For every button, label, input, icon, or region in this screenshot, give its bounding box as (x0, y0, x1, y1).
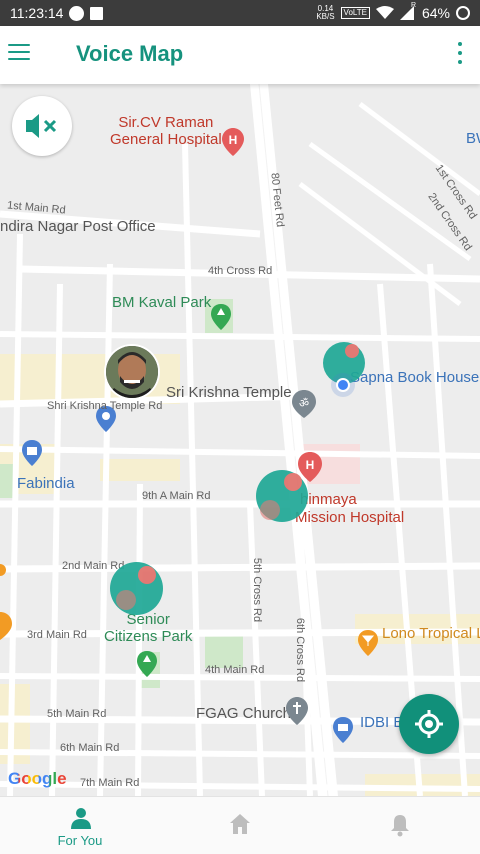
status-bar: 11:23:14 0.14 KB/S VoLTE R 64% (0, 0, 480, 26)
wifi-icon (375, 6, 394, 19)
nav-home[interactable] (180, 797, 300, 854)
page-title: Voice Map (76, 41, 184, 66)
status-right: 0.14 KB/S VoLTE R 64% (316, 0, 470, 26)
hamburger-menu-icon[interactable] (8, 44, 30, 60)
svg-text:H: H (229, 133, 238, 147)
road-3rd-main: 3rd Main Rd (27, 629, 87, 641)
person-icon (71, 808, 91, 829)
bank-pin-icon[interactable] (333, 717, 353, 743)
nav-for-you-label: For You (57, 833, 103, 848)
poi-bw[interactable]: BW (466, 130, 480, 147)
network-speed-unit: KB/S (316, 12, 335, 21)
road-4th-main: 4th Main Rd (205, 664, 265, 676)
google-logo: Google (8, 769, 67, 789)
park-pin-icon[interactable] (211, 304, 231, 330)
poi-chinmaya-line2[interactable]: Mission Hospital (295, 509, 404, 526)
more-vert-icon[interactable] (456, 42, 464, 68)
my-location-icon (415, 710, 443, 738)
park-pin-icon-2[interactable] (137, 651, 157, 677)
user-avatar-marker[interactable] (106, 346, 158, 398)
voice-marker[interactable] (110, 562, 163, 615)
poi-senior-citizens-park[interactable]: Senior Citizens Park (104, 611, 192, 645)
poi-senior-line1: Senior (126, 611, 170, 628)
hospital-pin-icon-2[interactable]: H (298, 452, 322, 482)
poi-senior-line2: Citizens Park (104, 628, 193, 645)
notification-square-icon (90, 6, 104, 20)
svg-text:H: H (306, 458, 315, 472)
road-5th-cross: 5th Cross Rd (251, 557, 264, 623)
poi-cv-raman-line2: General Hospital (110, 131, 222, 148)
road-6th-main: 6th Main Rd (60, 742, 120, 754)
road-4th-cross: 4th Cross Rd (208, 265, 273, 277)
nav-for-you[interactable]: For You (20, 797, 140, 854)
hospital-pin-icon[interactable]: H (222, 128, 244, 156)
poi-sapna-book-house[interactable]: Sapna Book House (350, 369, 479, 386)
poi-chinmaya-line1[interactable]: hinmaya (300, 491, 357, 508)
my-location-dot-icon (331, 373, 355, 397)
bell-icon (391, 815, 409, 837)
poi-cv-raman-line1: Sir.CV Raman (118, 114, 214, 131)
poi-post-office[interactable]: ndira Nagar Post Office (0, 218, 156, 235)
voice-marker[interactable] (256, 470, 308, 522)
poi-fabindia[interactable]: Fabindia (17, 475, 75, 492)
poi-cv-raman-hospital[interactable]: Sir.CV Raman General Hospital (110, 114, 222, 148)
mute-button[interactable] (12, 96, 72, 156)
google-logo-text: Google (8, 769, 67, 788)
volte-badge: VoLTE (340, 7, 370, 19)
map-view[interactable]: Sir.CV Raman General Hospital H BW ndira… (0, 84, 480, 796)
avatar-image (106, 346, 158, 398)
app-bar: Voice Map (0, 26, 480, 84)
svg-text:ॐ: ॐ (299, 397, 309, 410)
signal-roaming-tag: R (410, 2, 417, 9)
notification-circle-icon (69, 5, 85, 21)
church-pin-icon[interactable] (286, 697, 308, 725)
signal-group: R (399, 2, 416, 20)
poi-fgag-church[interactable]: FGAG Church (196, 705, 291, 722)
edge-pin-icon (0, 564, 6, 576)
poi-bm-kaval-park[interactable]: BM Kaval Park (112, 294, 211, 311)
road-5th-main: 5th Main Rd (47, 708, 107, 720)
road-9th-a-main: 9th A Main Rd (142, 490, 211, 502)
map-base (0, 84, 480, 796)
road-2nd-main: 2nd Main Rd (62, 560, 125, 572)
bottom-nav: For You (0, 796, 480, 854)
nav-notifications[interactable] (340, 797, 460, 854)
battery-icon (456, 6, 470, 20)
battery-percent: 64% (421, 5, 450, 21)
road-shri-krishna-temple: Shri Krishna Temple Rd (47, 400, 163, 412)
drink-pin-icon[interactable] (358, 630, 378, 656)
poi-lono-tropical[interactable]: Lono Tropical L (382, 625, 480, 642)
locate-me-button[interactable] (399, 694, 459, 754)
shopping-pin-icon[interactable] (22, 440, 42, 466)
temple-pin-icon[interactable]: ॐ (292, 390, 316, 418)
road-6th-cross: 6th Cross Rd (294, 617, 307, 683)
edge-pin-icon-2 (0, 612, 12, 640)
poi-krishna-temple[interactable]: Sri Krishna Temple (166, 384, 292, 401)
home-icon (230, 814, 250, 834)
volume-off-icon (26, 114, 57, 138)
network-speed: 0.14 KB/S (316, 5, 334, 21)
road-7th-main: 7th Main Rd (80, 777, 140, 789)
status-time: 11:23:14 (10, 5, 64, 21)
